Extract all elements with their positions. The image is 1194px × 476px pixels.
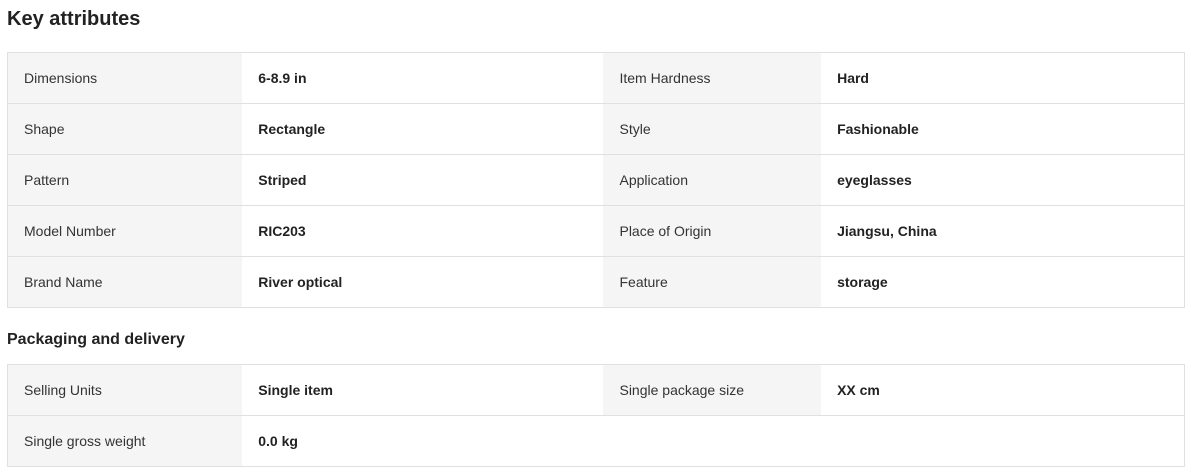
attribute-label: Style xyxy=(603,103,822,155)
attribute-value: Hard xyxy=(821,52,1185,104)
empty-cell xyxy=(821,415,1185,467)
empty-cell xyxy=(603,415,822,467)
attribute-value: Single item xyxy=(242,364,604,416)
table-row: Single gross weight 0.0 kg xyxy=(7,415,1185,467)
table-row: Shape Rectangle Style Fashionable xyxy=(7,103,1185,155)
attribute-value: Fashionable xyxy=(821,103,1185,155)
attribute-value: storage xyxy=(821,256,1185,308)
packaging-delivery-title: Packaging and delivery xyxy=(7,331,185,348)
attribute-label: Dimensions xyxy=(7,52,243,104)
attribute-value: Rectangle xyxy=(242,103,604,155)
table-row: Model Number RIC203 Place of Origin Jian… xyxy=(7,205,1185,257)
table-row: Pattern Striped Application eyeglasses xyxy=(7,154,1185,206)
attribute-label: Model Number xyxy=(7,205,243,257)
attribute-label: Single gross weight xyxy=(7,415,243,467)
attribute-value: RIC203 xyxy=(242,205,604,257)
table-row: Dimensions 6-8.9 in Item Hardness Hard xyxy=(7,52,1185,104)
key-attributes-title: Key attributes xyxy=(7,8,141,30)
attribute-label: Place of Origin xyxy=(603,205,822,257)
attribute-value: Striped xyxy=(242,154,604,206)
product-attributes-panel: Key attributes Dimensions 6-8.9 in Item … xyxy=(0,0,1194,476)
attribute-label: Selling Units xyxy=(7,364,243,416)
attribute-value: 6-8.9 in xyxy=(242,52,604,104)
attribute-value: eyeglasses xyxy=(821,154,1185,206)
key-attributes-table: Dimensions 6-8.9 in Item Hardness Hard S… xyxy=(7,52,1185,308)
attribute-label: Item Hardness xyxy=(603,52,822,104)
attribute-value: 0.0 kg xyxy=(242,415,604,467)
attribute-label: Brand Name xyxy=(7,256,243,308)
table-row: Brand Name River optical Feature storage xyxy=(7,256,1185,308)
attribute-label: Application xyxy=(603,154,822,206)
packaging-delivery-table: Selling Units Single item Single package… xyxy=(7,364,1185,467)
attribute-label: Pattern xyxy=(7,154,243,206)
attribute-label: Shape xyxy=(7,103,243,155)
attribute-label: Single package size xyxy=(603,364,822,416)
table-row: Selling Units Single item Single package… xyxy=(7,364,1185,416)
attribute-value: XX cm xyxy=(821,364,1185,416)
attribute-label: Feature xyxy=(603,256,822,308)
attribute-value: River optical xyxy=(242,256,604,308)
attribute-value: Jiangsu, China xyxy=(821,205,1185,257)
